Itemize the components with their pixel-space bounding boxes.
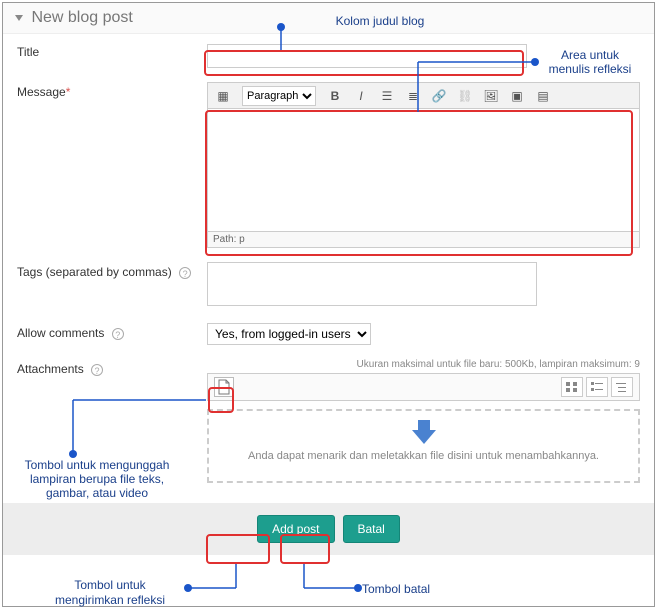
anno-title-col: Kolom judul blog xyxy=(300,14,460,28)
italic-icon[interactable]: I xyxy=(350,86,372,106)
section-title: New blog post xyxy=(31,9,132,26)
manage-files-icon[interactable]: ▤ xyxy=(532,86,554,106)
help-icon[interactable]: ? xyxy=(112,328,124,340)
bullet-list-icon[interactable]: ☰ xyxy=(376,86,398,106)
add-file-button[interactable] xyxy=(214,377,234,397)
footer-bar: Add post Batal xyxy=(3,503,654,555)
attachments-toolbar xyxy=(207,373,640,401)
required-asterisk: * xyxy=(66,85,71,99)
tree-icon xyxy=(615,381,629,393)
paragraph-select[interactable]: Paragraph xyxy=(242,86,316,106)
view-details-button[interactable] xyxy=(586,377,608,397)
add-post-button[interactable]: Add post xyxy=(257,515,334,543)
label-message: Message xyxy=(17,85,66,99)
image-icon[interactable]: 🖼 xyxy=(480,86,502,106)
tags-input[interactable] xyxy=(207,262,537,306)
attachments-info: Ukuran maksimal untuk file baru: 500Kb, … xyxy=(207,359,640,370)
view-icons-button[interactable] xyxy=(561,377,583,397)
file-add-icon xyxy=(217,379,231,395)
editor-path: Path: p xyxy=(208,231,639,247)
label-tags: Tags (separated by commas) xyxy=(17,265,172,279)
dropzone-hint: Anda dapat menarik dan meletakkan file d… xyxy=(248,450,599,462)
anno-send-btn: Tombol untuk mengirimkan refleksi xyxy=(40,578,180,608)
unlink-icon[interactable]: ⛓ xyxy=(454,86,476,106)
label-title: Title xyxy=(17,42,207,59)
cancel-button[interactable]: Batal xyxy=(343,515,400,543)
editor-toolbar: ▦ Paragraph B I ☰ ≣ 🔗 ⛓ 🖼 ▣ ▤ xyxy=(208,83,639,109)
link-icon[interactable]: 🔗 xyxy=(428,86,450,106)
label-attachments: Attachments xyxy=(17,362,84,376)
anno-cancel-btn: Tombol batal xyxy=(362,582,482,596)
media-icon[interactable]: ▣ xyxy=(506,86,528,106)
view-tree-button[interactable] xyxy=(611,377,633,397)
editor-body[interactable] xyxy=(208,109,639,231)
bold-icon[interactable]: B xyxy=(324,86,346,106)
title-input[interactable] xyxy=(207,44,527,68)
numbered-list-icon[interactable]: ≣ xyxy=(402,86,424,106)
file-dropzone[interactable]: Anda dapat menarik dan meletakkan file d… xyxy=(207,409,640,483)
caret-down-icon xyxy=(15,15,23,21)
details-icon xyxy=(590,381,604,393)
allow-comments-select[interactable]: Yes, from logged-in users xyxy=(207,323,371,345)
anno-upload-btn: Tombol untuk mengunggah lampiran berupa … xyxy=(12,458,182,500)
label-allow-comments: Allow comments xyxy=(17,326,104,340)
anno-write-area: Area untuk menulis refleksi xyxy=(540,48,640,76)
grid-icon xyxy=(565,381,579,393)
help-icon[interactable]: ? xyxy=(91,364,103,376)
help-icon[interactable]: ? xyxy=(179,267,191,279)
message-editor: ▦ Paragraph B I ☰ ≣ 🔗 ⛓ 🖼 ▣ ▤ xyxy=(207,82,640,248)
toggle-toolbar-icon[interactable]: ▦ xyxy=(212,86,234,106)
download-arrow-icon xyxy=(412,430,436,444)
